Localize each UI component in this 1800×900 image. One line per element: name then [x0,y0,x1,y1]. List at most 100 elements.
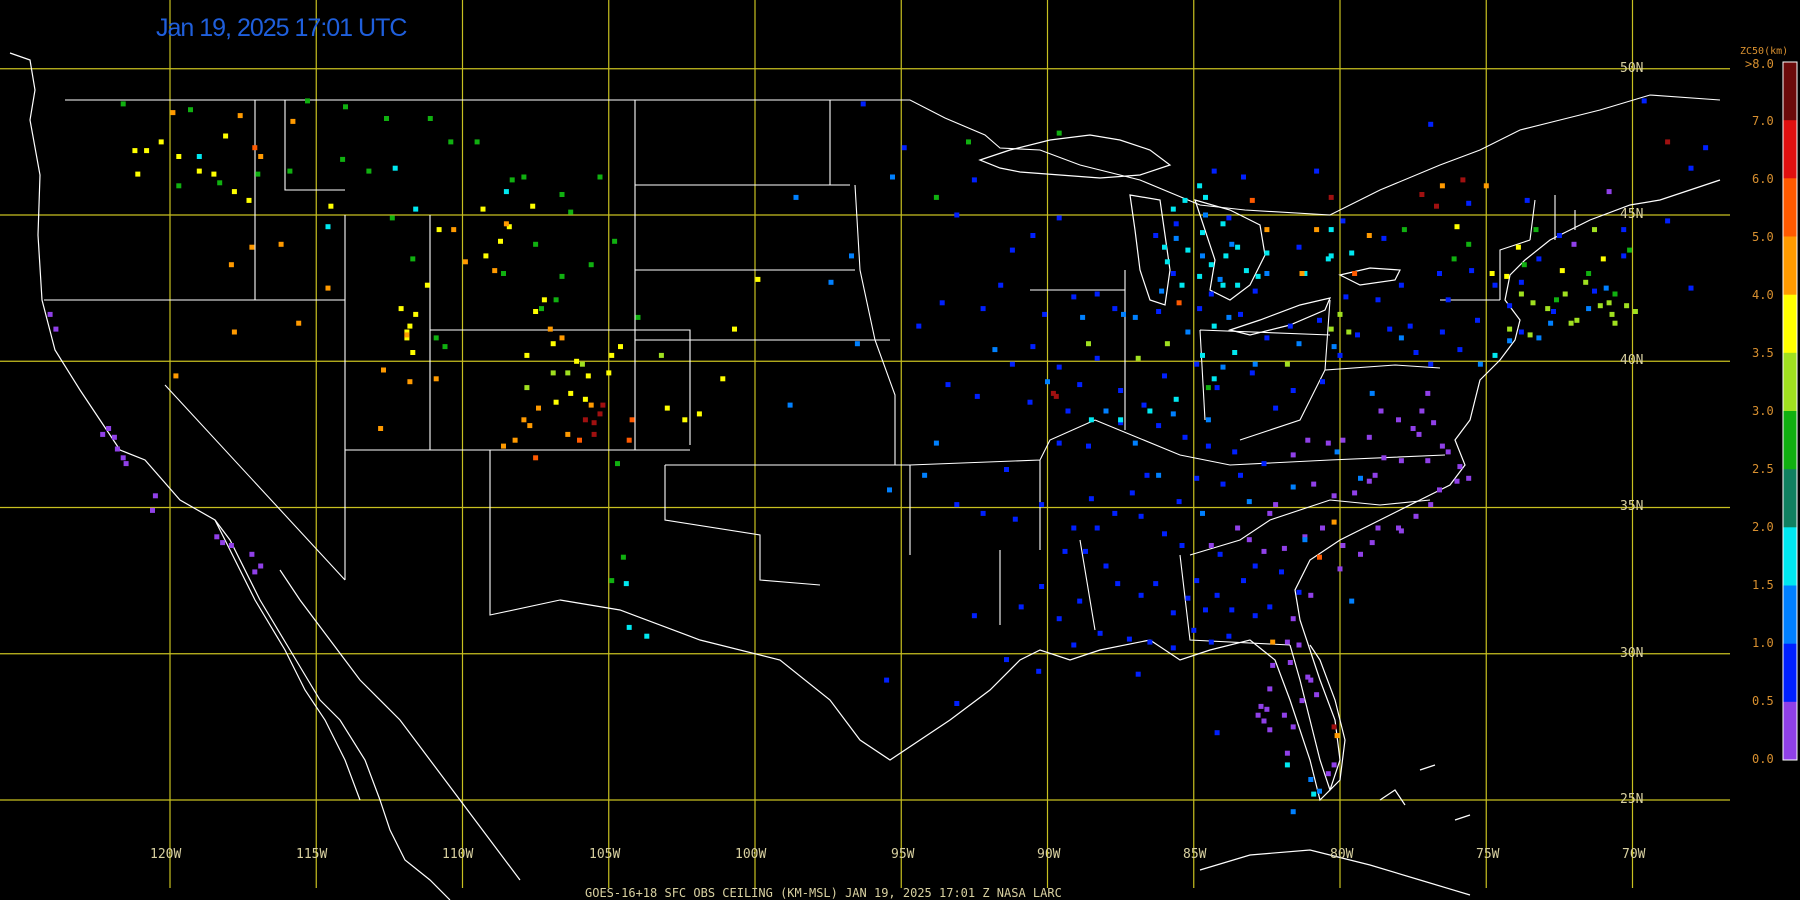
observation-marker [1325,771,1331,777]
observation-marker [1340,543,1346,548]
lat-label: 45N [1620,207,1643,222]
observation-marker [1030,344,1036,350]
observation-marker [1548,320,1554,326]
observation-marker [1545,306,1551,312]
observation-marker [1261,461,1267,467]
observation-marker [1018,604,1024,610]
lat-label: 40N [1620,353,1643,368]
observation-marker [1434,203,1439,209]
observation-marker [1624,303,1630,309]
observation-marker [828,279,834,285]
observation-marker [1203,607,1208,613]
observation-marker [392,165,398,171]
observation-marker [1182,197,1188,203]
observation-marker [1132,440,1138,446]
lat-label: 50N [1620,61,1643,76]
observation-marker [170,110,176,116]
longitude-labels: 120W 115W 110W 105W 100W 95W 90W 85W 80W… [150,847,1646,862]
observation-marker [1205,385,1211,391]
observation-marker [1445,297,1451,303]
observation-marker [1232,449,1238,455]
observation-marker [585,373,591,379]
observation-marker [1372,472,1378,478]
observation-marker [626,437,632,443]
observation-marker [1413,350,1419,355]
observation-marker [1156,309,1162,314]
lake-michigan [1129,194,1171,306]
lon-label: 95W [891,847,915,862]
observation-marker [568,390,574,396]
observation-marker [1220,364,1226,370]
observation-marker [501,271,506,276]
observation-marker [1009,361,1015,367]
observation-marker [410,256,416,262]
observation-marker [524,352,530,358]
observation-marker [1094,525,1100,531]
observation-marker [407,323,413,329]
observation-marker [1355,332,1360,338]
observation-marker [1220,221,1226,227]
observation-marker [1568,320,1574,326]
observation-marker [1264,271,1270,276]
observation-marker [1241,174,1246,180]
observation-marker [1428,361,1434,367]
west-coastline [9,52,451,900]
observation-marker [1331,519,1337,525]
observation-marker [258,154,264,159]
observation-marker [849,253,854,259]
observation-marker [135,171,141,177]
observation-marker [384,116,389,121]
observation-marker [223,133,229,139]
observation-marker [1162,531,1167,537]
observation-marker [901,145,907,151]
observation-marker [1135,355,1141,361]
observation-marker [1407,323,1413,329]
observation-marker [1621,227,1627,233]
legend-swatch [1783,62,1797,121]
color-legend: ZC50(km) >8.0 7.0 6.0 5.0 4.0 3.5 3.0 2.… [1740,46,1798,766]
observation-marker [1249,370,1255,376]
observation-marker [1121,311,1126,317]
observation-marker [644,633,650,639]
observation-marker [1334,449,1340,455]
observation-marker [629,417,635,423]
observation-marker [559,192,565,197]
observation-marker [1314,168,1320,174]
lat-label: 35N [1620,499,1643,514]
observation-marker [1331,344,1337,350]
observation-marker [1337,566,1343,572]
observation-marker [1425,458,1431,464]
observation-marker [1249,197,1255,203]
observation-marker [588,262,594,268]
footer-caption: GOES-16+18 SFC OBS CEILING (KM-MSL) JAN … [585,886,1062,900]
observation-marker [1220,282,1226,288]
map-canvas: Jan 19, 2025 17:01 UTC 50N 45N 40N 35N 3… [0,0,1798,900]
observation-marker [1328,253,1334,259]
observation-marker [1252,563,1258,569]
observation-marker [1083,548,1088,554]
observation-marker [1688,165,1694,171]
legend-swatch [1783,527,1797,586]
observation-marker [521,417,527,423]
observation-marker [1366,233,1372,238]
observation-marker [512,437,518,443]
observation-marker [1466,200,1472,206]
observation-marker [1273,502,1279,508]
observation-marker [579,361,585,367]
observation-marker [1009,247,1015,253]
observation-marker [1185,595,1191,601]
observation-marker [53,326,59,332]
observation-marker [501,443,506,449]
observation-marker [1281,545,1287,551]
observation-marker [1515,244,1521,250]
observation-marker [1606,189,1612,195]
observation-marker [1144,472,1150,478]
observation-marker [1586,306,1592,312]
observation-marker [328,203,334,209]
observation-marker [1153,581,1159,587]
observation-marker [1004,467,1009,472]
legend-title: ZC50(km) [1740,46,1788,57]
observation-marker [559,273,565,279]
observation-marker [1039,502,1045,508]
legend-swatch [1783,469,1797,528]
